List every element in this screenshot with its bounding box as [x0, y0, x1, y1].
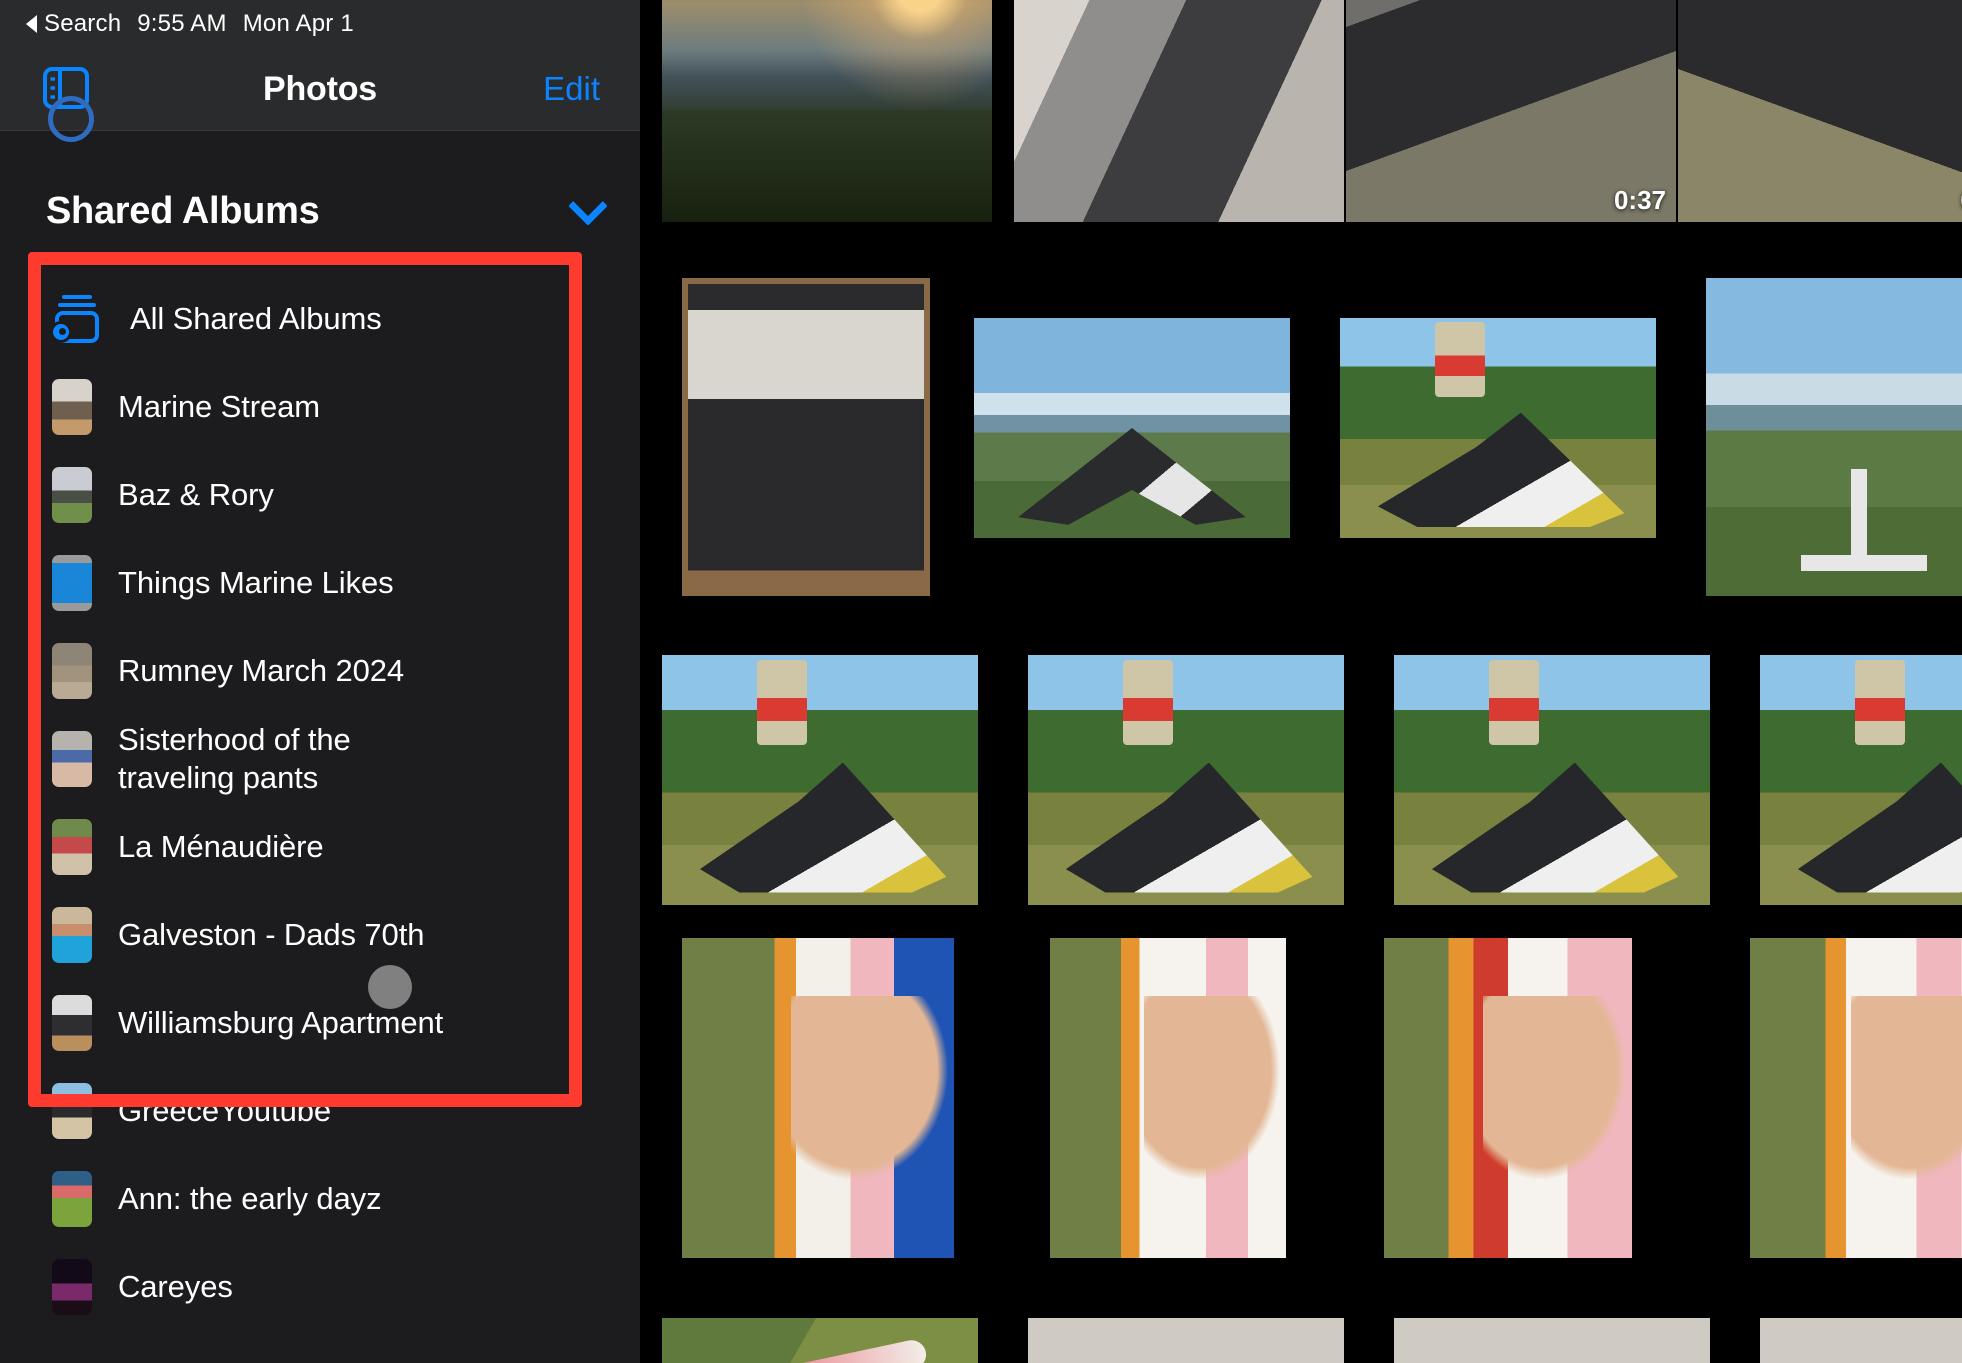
- photos-app-window: Search 9:55 AM Mon Apr 1 Photos Edit Sha…: [0, 0, 1962, 1363]
- back-label: Search: [44, 10, 122, 37]
- album-thumbnail: [52, 1259, 92, 1315]
- shared-albums-list: All Shared Albums Marine Stream Baz & Rory…: [0, 275, 640, 1331]
- video-grip-clip[interactable]: 0:37: [1346, 0, 1676, 222]
- touch-point-indicator: [368, 965, 412, 1009]
- photo-thumbnail-image: [1014, 0, 1344, 222]
- album-list-item[interactable]: Ann: the early dayz: [0, 1155, 640, 1243]
- photo-thumbnail-image: [662, 1318, 978, 1363]
- photo-grid[interactable]: ! Kiting 0:37 0:4: [640, 0, 1962, 1363]
- hand-region: [790, 995, 949, 1182]
- clipped-circle-icon: [48, 96, 94, 142]
- photo-thumbnail-image: [1760, 1318, 1962, 1363]
- album-thumbnail: [52, 379, 92, 435]
- photo-thumbnail-image: [1394, 1318, 1710, 1363]
- album-list-item[interactable]: Rumney March 2024: [0, 627, 640, 715]
- photo-thumbnail-image: [662, 655, 978, 905]
- photo-kite-setup-4[interactable]: [1760, 655, 1962, 905]
- hand-region: [1144, 995, 1282, 1182]
- photo-thumbnail-image: [1028, 655, 1344, 905]
- photo-foil-sunset[interactable]: [1706, 278, 1962, 596]
- photo-open-case[interactable]: [682, 278, 930, 596]
- album-list-item[interactable]: La Ménaudière: [0, 803, 640, 891]
- album-name-label: All Shared Albums: [130, 300, 382, 336]
- sidebar: Search 9:55 AM Mon Apr 1 Photos Edit Sha…: [0, 0, 640, 1363]
- video-kiting-title[interactable]: ! Kiting: [662, 0, 992, 222]
- album-thumbnail: [52, 907, 92, 963]
- photo-kite-lake[interactable]: [974, 318, 1290, 538]
- photo-thumbnail-image: [682, 938, 954, 1258]
- album-name-label: Sisterhood of the traveling pants: [118, 721, 351, 795]
- triangle-left-icon: [26, 15, 37, 33]
- back-to-search-button[interactable]: Search: [26, 10, 121, 38]
- photo-thumbnail-image: [1050, 938, 1286, 1258]
- album-list-item[interactable]: Careyes: [0, 1243, 640, 1331]
- photo-thumbnail-image: [1028, 1318, 1344, 1363]
- photo-thumbnail-image: [1394, 655, 1710, 905]
- photo-harness-bag[interactable]: [1014, 0, 1344, 222]
- photo-fins-grass[interactable]: [662, 1318, 978, 1363]
- album-list-item[interactable]: Galveston - Dads 70th: [0, 891, 640, 979]
- status-bar: Search 9:55 AM Mon Apr 1: [0, 0, 640, 48]
- video-hand-clip[interactable]: 0:4: [1678, 0, 1962, 222]
- photo-thumbnail-image: [1340, 318, 1656, 538]
- album-thumbnail: [52, 555, 92, 611]
- status-date: Mon Apr 1: [242, 10, 354, 37]
- album-list-item[interactable]: Sisterhood of the traveling pants: [0, 715, 640, 803]
- album-list-item[interactable]: Things Marine Likes: [0, 539, 640, 627]
- photo-board-blue[interactable]: [682, 938, 954, 1258]
- edit-button[interactable]: Edit: [543, 70, 600, 108]
- photo-board-side[interactable]: [1750, 938, 1962, 1258]
- album-name-label: Things Marine Likes: [118, 564, 394, 600]
- photo-fins-deck-2[interactable]: [1394, 1318, 1710, 1363]
- album-name-label: Ann: the early dayz: [118, 1180, 382, 1216]
- photo-kite-setup-1[interactable]: [662, 655, 978, 905]
- album-thumbnail: [52, 467, 92, 523]
- photo-thumbnail-image: [1384, 938, 1632, 1258]
- navigation-bar: Photos Edit: [0, 48, 640, 131]
- photo-thumbnail-image: [974, 318, 1290, 538]
- hand-region: [1850, 995, 1962, 1182]
- photo-thumbnail-image: [1678, 0, 1962, 222]
- photo-thumbnail-image: [662, 0, 992, 222]
- status-time: 9:55 AM: [137, 10, 227, 37]
- album-list-item[interactable]: GreeceYoutube: [0, 1067, 640, 1155]
- album-name-label: Baz & Rory: [118, 476, 274, 512]
- video-duration-label: 0:37: [1613, 185, 1666, 215]
- photo-thumbnail-image: [1750, 938, 1962, 1258]
- album-name-label: GreeceYoutube: [118, 1092, 332, 1128]
- photo-board-pink[interactable]: [1050, 938, 1286, 1258]
- album-thumbnail: [52, 1171, 92, 1227]
- photo-fins-deck-1[interactable]: [1028, 1318, 1344, 1363]
- album-list-item[interactable]: All Shared Albums: [0, 275, 640, 363]
- album-name-label: Careyes: [118, 1268, 233, 1304]
- album-name-label: Williamsburg Apartment: [118, 1004, 444, 1040]
- album-list-item[interactable]: Marine Stream: [0, 363, 640, 451]
- album-list-item[interactable]: Baz & Rory: [0, 451, 640, 539]
- album-thumbnail: [52, 1083, 92, 1139]
- album-thumbnail: [52, 731, 92, 787]
- photo-board-red[interactable]: [1384, 938, 1632, 1258]
- album-thumbnail: [52, 995, 92, 1051]
- shared-albums-section-header[interactable]: Shared Albums: [0, 185, 640, 233]
- hand-region: [1483, 995, 1628, 1182]
- album-thumbnail: [52, 643, 92, 699]
- chevron-down-icon[interactable]: [568, 185, 608, 226]
- photo-kite-setup-2[interactable]: [1028, 655, 1344, 905]
- photo-thumbnail-image: [1706, 278, 1962, 596]
- photo-kite-trees[interactable]: [1340, 318, 1656, 538]
- photo-thumbnail-image: [1760, 655, 1962, 905]
- shared-albums-stack-icon: [50, 291, 104, 347]
- album-name-label: Galveston - Dads 70th: [118, 916, 425, 952]
- album-list-item[interactable]: Williamsburg Apartment: [0, 979, 640, 1067]
- photo-fins-deck-3[interactable]: [1760, 1318, 1962, 1363]
- photo-kite-setup-3[interactable]: [1394, 655, 1710, 905]
- album-thumbnail: [52, 819, 92, 875]
- photo-thumbnail-image: [682, 278, 930, 596]
- section-title: Shared Albums: [46, 190, 320, 232]
- album-name-label: La Ménaudière: [118, 828, 324, 864]
- album-name-label: Marine Stream: [118, 388, 320, 424]
- album-name-label: Rumney March 2024: [118, 652, 405, 688]
